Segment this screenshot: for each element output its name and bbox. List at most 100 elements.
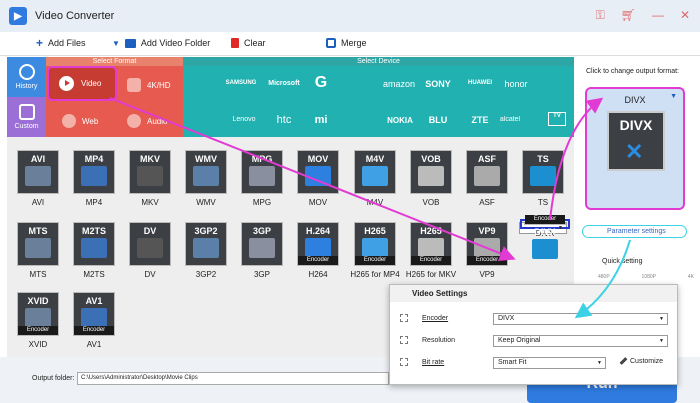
format-tile-wmv[interactable]: WMV WMV bbox=[182, 150, 230, 214]
format-tile-mp4[interactable]: MP4 MP4 bbox=[70, 150, 118, 214]
format-icon: DV bbox=[129, 222, 171, 266]
format-art-icon bbox=[305, 238, 331, 258]
4k-icon bbox=[127, 78, 141, 92]
trash-icon bbox=[231, 38, 239, 48]
parameter-settings-button[interactable]: Parameter settings bbox=[582, 225, 687, 238]
brand-google[interactable]: G bbox=[306, 74, 336, 92]
tab-video[interactable]: Video bbox=[47, 66, 117, 101]
add-files-button[interactable]: + Add Files bbox=[36, 37, 86, 49]
format-tile-mpg[interactable]: MPG MPG bbox=[238, 150, 286, 214]
output-format-selector[interactable]: DIVX ▼ DIVX ✕ bbox=[585, 87, 685, 210]
format-tile-m4v[interactable]: M4V M4V bbox=[351, 150, 399, 214]
brand-lenovo[interactable]: Lenovo bbox=[224, 116, 264, 123]
merge-button[interactable]: Merge bbox=[326, 38, 367, 48]
brand-blu[interactable]: BLU bbox=[420, 115, 456, 125]
brand-samsung[interactable]: SAMSUNG bbox=[220, 80, 262, 86]
format-art-icon bbox=[25, 308, 51, 328]
encoder-badge: Encoder bbox=[74, 326, 114, 335]
output-folder-input[interactable]: C:\Users\Administrator\Desktop\Movie Cli… bbox=[77, 372, 389, 385]
encoder-badge: Encoder bbox=[411, 256, 451, 265]
format-name: WMV bbox=[196, 198, 216, 207]
brand-htc[interactable]: htc bbox=[266, 114, 302, 126]
brand-honor[interactable]: honor bbox=[498, 79, 534, 89]
bitrate-select[interactable]: Smart Fit bbox=[493, 357, 606, 369]
tab-web[interactable]: Web bbox=[62, 114, 98, 128]
tab-audio[interactable]: Audio bbox=[127, 114, 167, 128]
format-tile-dv[interactable]: DV DV bbox=[126, 222, 174, 286]
format-icon-label: MP4 bbox=[84, 154, 104, 164]
encoder-badge: Encoder bbox=[525, 215, 565, 224]
format-art-icon bbox=[532, 239, 558, 259]
format-tile-xvid[interactable]: XVID Encoder XVID bbox=[14, 292, 62, 356]
resolution-select[interactable]: Keep Original bbox=[493, 335, 668, 347]
brand-microsoft[interactable]: Microsoft bbox=[263, 80, 305, 87]
web-tab-label: Web bbox=[82, 116, 99, 126]
format-name: MP4 bbox=[85, 198, 103, 207]
format-tile-3gp2[interactable]: 3GP2 3GP2 bbox=[182, 222, 230, 286]
minimize-button[interactable]: — bbox=[652, 8, 664, 23]
format-tile-av1[interactable]: AV1 Encoder AV1 bbox=[70, 292, 118, 356]
format-tile-h265-for-mkv[interactable]: H265 Encoder H265 for MKV bbox=[406, 222, 456, 286]
cart-icon[interactable]: 🛒︎ bbox=[621, 8, 636, 23]
tab-history[interactable]: History bbox=[7, 57, 46, 97]
brand-alcatel[interactable]: alcatel bbox=[496, 116, 524, 123]
brand-zte[interactable]: ZTE bbox=[462, 115, 498, 125]
video-tab-label: Video bbox=[81, 79, 102, 88]
format-art-icon bbox=[25, 238, 51, 258]
format-tile-avi[interactable]: AVI AVI bbox=[14, 150, 62, 214]
app-title: Video Converter bbox=[35, 10, 115, 22]
parameter-settings-label: Parameter settings bbox=[607, 228, 666, 235]
brand-huawei[interactable]: HUAWEI bbox=[462, 80, 498, 86]
format-tile-vp9[interactable]: VP9 Encoder VP9 bbox=[463, 222, 511, 286]
format-name: ASF bbox=[479, 198, 495, 207]
format-icon-label: H265 bbox=[420, 226, 442, 236]
format-tile-3gp[interactable]: 3GP 3GP bbox=[238, 222, 286, 286]
brand-amazon[interactable]: amazon bbox=[378, 79, 420, 89]
add-video-folder-button[interactable]: ▼ Add Video Folder bbox=[112, 38, 210, 48]
format-tile-divx[interactable]: DIVX Encoder DIVX bbox=[519, 215, 570, 259]
format-tile-h264[interactable]: H.264 Encoder H264 bbox=[294, 222, 342, 286]
close-button[interactable]: ✕ bbox=[680, 8, 690, 23]
chevron-down-icon[interactable]: ▼ bbox=[112, 39, 120, 48]
video-settings-dialog: Video Settings Encoder DIVX Resolution K… bbox=[389, 284, 678, 385]
format-icon-label: AV1 bbox=[85, 296, 103, 306]
tab-4k-hd[interactable]: 4K/HD bbox=[127, 78, 171, 92]
encoder-select[interactable]: DIVX bbox=[493, 313, 668, 325]
format-icon-label: VP9 bbox=[478, 226, 496, 236]
format-name: H265 for MP4 bbox=[350, 270, 400, 279]
customize-button[interactable]: Customize bbox=[619, 357, 663, 365]
format-tile-mov[interactable]: MOV MOV bbox=[294, 150, 342, 214]
toolbar: + Add Files ▼ Add Video Folder Clear Mer… bbox=[0, 32, 700, 56]
brand-nokia[interactable]: NOKIA bbox=[380, 116, 420, 125]
quality-slider-ticks[interactable]: 480P 1080P 4K bbox=[598, 274, 694, 280]
format-art-icon bbox=[193, 166, 219, 186]
format-tile-mkv[interactable]: MKV MKV bbox=[126, 150, 174, 214]
format-icon: TS bbox=[522, 150, 564, 194]
brand-sony[interactable]: SONY bbox=[420, 79, 456, 89]
format-icon: MP4 bbox=[73, 150, 115, 194]
format-icon: 3GP2 bbox=[185, 222, 227, 266]
format-icon-label: MTS bbox=[28, 226, 48, 236]
brand-mi[interactable]: mi bbox=[308, 114, 334, 126]
format-tile-m2ts[interactable]: M2TS M2TS bbox=[70, 222, 118, 286]
format-icon: H265 Encoder bbox=[410, 222, 452, 266]
brand-tv[interactable]: TV bbox=[548, 112, 566, 126]
clear-button[interactable]: Clear bbox=[231, 38, 266, 48]
merge-icon bbox=[326, 38, 336, 48]
format-tile-h265-for-mp4[interactable]: H265 Encoder H265 for MP4 bbox=[350, 222, 400, 286]
format-name: 3GP2 bbox=[195, 270, 217, 279]
divx-format-icon: DIVX ✕ bbox=[607, 111, 665, 171]
format-tile-vob[interactable]: VOB VOB bbox=[407, 150, 455, 214]
format-name: TS bbox=[537, 198, 549, 207]
format-tile-ts[interactable]: TS TS bbox=[519, 150, 567, 214]
format-icon: VP9 Encoder bbox=[466, 222, 508, 266]
format-art-icon bbox=[362, 166, 388, 186]
format-tile-mts[interactable]: MTS MTS bbox=[14, 222, 62, 286]
format-name: AV1 bbox=[86, 340, 102, 349]
format-art-icon bbox=[530, 166, 556, 186]
format-icon: MKV bbox=[129, 150, 171, 194]
key-icon[interactable]: ⚿ bbox=[596, 8, 605, 23]
tab-custom[interactable]: Custom bbox=[7, 97, 46, 137]
chevron-down-icon[interactable]: ▼ bbox=[670, 93, 677, 100]
format-tile-asf[interactable]: ASF ASF bbox=[463, 150, 511, 214]
